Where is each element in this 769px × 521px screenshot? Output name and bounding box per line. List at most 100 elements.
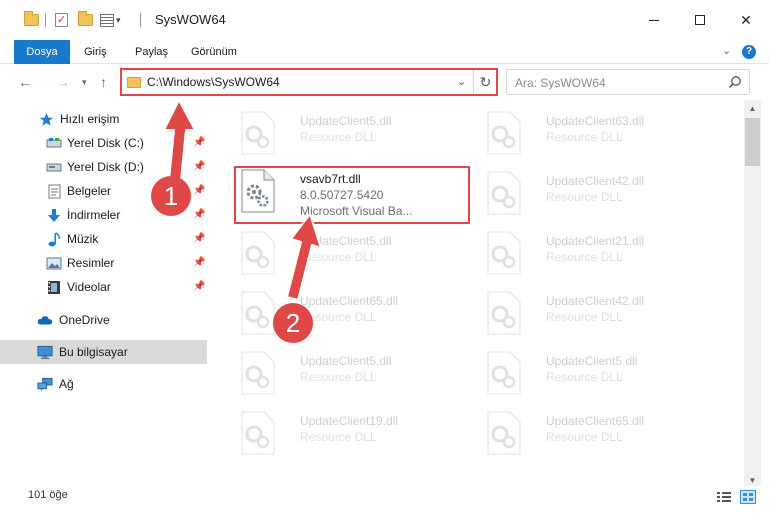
back-arrow-icon[interactable]: ←: [18, 72, 32, 92]
list-item[interactable]: UpdateClient5.dll Resource DLL: [234, 346, 470, 398]
list-item[interactable]: UpdateClient5.dll Resource DLL: [234, 106, 470, 158]
sidebar-item-label: Resimler: [67, 256, 115, 270]
title-bar: ✓ ▾ SysWOW64 ✕: [0, 0, 769, 40]
pin-icon[interactable]: 📌: [193, 185, 205, 197]
file-name: vsavb7rt.dll: [300, 172, 361, 186]
pin-icon[interactable]: 📌: [193, 257, 205, 269]
sidebar-item-label: Yerel Disk (C:): [67, 136, 144, 150]
list-item[interactable]: UpdateClient42.dll Resource DLL: [480, 286, 716, 338]
address-path[interactable]: C:\Windows\SysWOW64: [147, 75, 280, 89]
pin-icon[interactable]: 📌: [193, 209, 205, 221]
scrollbar-thumb[interactable]: [745, 118, 760, 166]
computer-icon: [37, 344, 53, 360]
search-box[interactable]: Ara: SysWOW64: [506, 69, 750, 95]
sidebar-item-local-disk-c[interactable]: Yerel Disk (C:) 📌: [0, 131, 207, 155]
dll-file-icon: [487, 231, 521, 275]
list-item[interactable]: UpdateClient5.dll Resource DLL: [480, 346, 716, 398]
dll-file-icon: [487, 291, 521, 335]
sidebar-item-local-disk-d[interactable]: Yerel Disk (D:) 📌: [0, 155, 207, 179]
pin-icon[interactable]: 📌: [193, 281, 205, 293]
dll-file-icon: [241, 411, 275, 455]
folder-icon: [127, 77, 141, 88]
dll-file-icon: [241, 169, 275, 213]
dll-file-icon: [487, 171, 521, 215]
search-placeholder[interactable]: Ara: SysWOW64: [515, 76, 606, 90]
highlighted-file-vsavb7rt[interactable]: vsavb7rt.dll 8.0.50727.5420 Microsoft Vi…: [234, 164, 470, 218]
expand-ribbon-chevron-icon[interactable]: ⌄: [722, 44, 731, 57]
sidebar-item-label: Müzik: [67, 232, 99, 246]
customize-toolbar-chevron-icon[interactable]: ▾: [116, 11, 121, 29]
list-item[interactable]: UpdateClient5.dll Resource DLL: [234, 226, 470, 278]
drive-icon: [46, 159, 62, 175]
tab-home[interactable]: Giriş: [84, 40, 107, 64]
file-type: Resource DLL: [300, 130, 377, 144]
pin-icon[interactable]: 📌: [193, 233, 205, 245]
list-item[interactable]: UpdateClient42.dll Resource DLL: [480, 166, 716, 218]
pin-icon[interactable]: 📌: [193, 137, 205, 149]
tab-share[interactable]: Paylaş: [135, 40, 168, 64]
download-icon: [46, 207, 62, 223]
videos-icon: [46, 279, 62, 295]
sidebar-item-videos[interactable]: Videolar 📌: [0, 275, 207, 299]
sidebar-item-this-pc[interactable]: Bu bilgisayar: [0, 340, 207, 364]
file-type: Resource DLL: [300, 370, 377, 384]
tab-view[interactable]: Görünüm: [191, 40, 237, 64]
list-item[interactable]: UpdateClient19.dll Resource DLL: [234, 406, 470, 458]
help-icon: ?: [742, 45, 756, 59]
recent-locations-chevron-icon[interactable]: ▾: [82, 72, 87, 92]
file-name: UpdateClient5.dll: [300, 114, 392, 128]
properties-icon[interactable]: [100, 11, 114, 29]
sidebar-item-pictures[interactable]: Resimler 📌: [0, 251, 207, 275]
cloud-icon: [37, 312, 53, 328]
file-name: UpdateClient21.dll: [546, 234, 645, 248]
vertical-scrollbar[interactable]: ▲ ▼: [744, 100, 761, 490]
sidebar-item-music[interactable]: Müzik 📌: [0, 227, 207, 251]
list-item[interactable]: UpdateClient65.dll Resource DLL: [234, 286, 470, 338]
refresh-icon[interactable]: ↻: [473, 70, 497, 94]
sidebar-item-label: Videolar: [67, 280, 111, 294]
window-title: SysWOW64: [155, 12, 226, 27]
maximize-button[interactable]: [677, 0, 723, 40]
list-item[interactable]: UpdateClient63.dll Resource DLL: [480, 106, 716, 158]
file-name: UpdateClient42.dll: [546, 174, 645, 188]
dll-file-icon: [241, 291, 275, 335]
file-type: Resource DLL: [300, 250, 377, 264]
file-name: UpdateClient63.dll: [546, 114, 645, 128]
address-dropdown-chevron-icon[interactable]: ⌄: [457, 75, 466, 88]
sidebar-item-quick-access[interactable]: Hızlı erişim: [0, 107, 207, 131]
scroll-up-icon[interactable]: ▲: [744, 100, 761, 117]
help-button[interactable]: ?: [742, 45, 756, 59]
new-folder-icon[interactable]: [78, 11, 93, 29]
sidebar-item-label: Yerel Disk (D:): [67, 160, 144, 174]
file-description: Microsoft Visual Ba...: [300, 204, 413, 218]
file-type: Resource DLL: [546, 250, 623, 264]
minimize-button[interactable]: [631, 0, 677, 40]
address-bar[interactable]: C:\Windows\SysWOW64 ⌄ ↻: [120, 69, 498, 95]
explorer-window: ✓ ▾ SysWOW64 ✕ Dosya Giriş Paylaş Görünü…: [0, 0, 769, 521]
sidebar-item-onedrive[interactable]: OneDrive: [0, 308, 207, 332]
up-arrow-icon[interactable]: ↑: [100, 72, 107, 92]
file-name: UpdateClient5.dll: [300, 354, 392, 368]
file-name: UpdateClient65.dll: [546, 414, 645, 428]
drive-icon: [46, 135, 62, 151]
close-button[interactable]: ✕: [723, 0, 769, 40]
sidebar-item-label: Belgeler: [67, 184, 112, 198]
file-name: UpdateClient65.dll: [300, 294, 399, 308]
forward-arrow-icon[interactable]: →: [56, 72, 70, 92]
search-icon[interactable]: [728, 75, 742, 89]
details-view-icon[interactable]: [716, 490, 732, 504]
list-item[interactable]: UpdateClient65.dll Resource DLL: [480, 406, 716, 458]
quick-access-checkmark-icon[interactable]: ✓: [55, 11, 68, 29]
tiles-view-icon[interactable]: [740, 490, 756, 504]
step-2-badge: 2: [273, 303, 313, 343]
item-count: 101 öğe: [28, 489, 68, 501]
close-icon: ✕: [740, 11, 752, 28]
separator: [140, 11, 141, 29]
network-icon: [37, 376, 53, 392]
music-icon: [46, 231, 62, 247]
pin-icon[interactable]: 📌: [193, 161, 205, 173]
sidebar-item-network[interactable]: Ağ: [0, 372, 207, 396]
dll-file-icon: [487, 351, 521, 395]
file-type: Resource DLL: [546, 370, 623, 384]
list-item[interactable]: UpdateClient21.dll Resource DLL: [480, 226, 716, 278]
